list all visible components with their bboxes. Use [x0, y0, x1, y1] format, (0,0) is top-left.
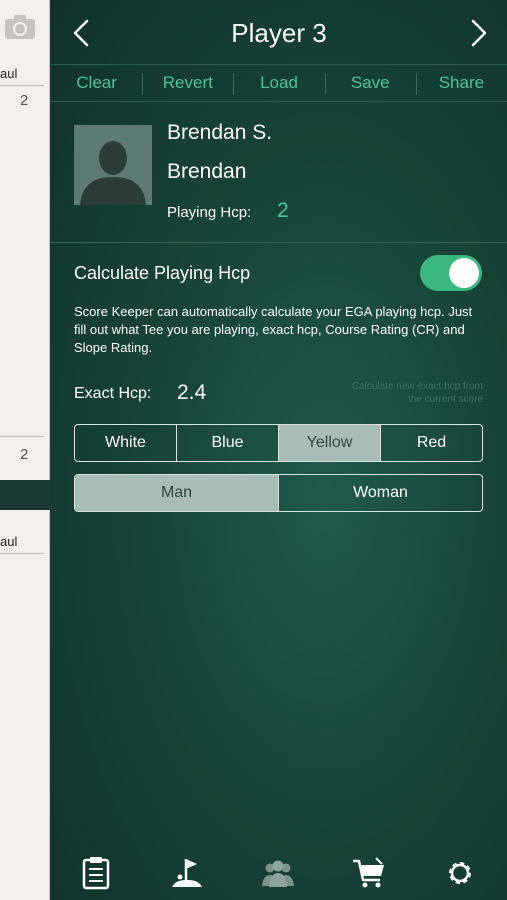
player-panel: Player 3 Clear Revert Load Save Share Br… [51, 0, 507, 900]
clear-button[interactable]: Clear [51, 65, 142, 101]
calculate-hcp-toggle[interactable] [420, 255, 482, 291]
player-name[interactable]: Brendan S. [167, 121, 272, 145]
player-nickname[interactable]: Brendan [167, 160, 246, 184]
toolbar: Clear Revert Load Save Share [51, 64, 507, 102]
gender-selector: Man Woman [74, 474, 483, 512]
divider [51, 242, 507, 243]
tee-selector: White Blue Yellow Red [74, 424, 483, 462]
avatar[interactable] [74, 125, 152, 205]
calculate-description: Score Keeper can automatically calculate… [74, 304, 473, 355]
card-value: 2 [20, 446, 29, 463]
card-label: aul [0, 534, 18, 549]
exact-hcp-label: Exact Hcp: [74, 385, 152, 402]
header: Player 3 [51, 0, 507, 64]
camera-icon [5, 15, 35, 39]
save-button[interactable]: Save [324, 65, 416, 101]
tab-bar [51, 850, 507, 896]
calculate-hcp-label: Calculate Playing Hcp [74, 263, 251, 283]
share-button[interactable]: Share [415, 65, 507, 101]
players-icon[interactable] [260, 856, 296, 890]
golf-green-icon[interactable] [169, 856, 205, 890]
card-rule [0, 436, 44, 437]
page-title: Player 3 [231, 18, 327, 48]
tee-option-red[interactable]: Red [380, 425, 482, 461]
person-silhouette-icon [74, 125, 152, 205]
background-scorecard-bottom[interactable]: aul [0, 510, 50, 900]
toggle-knob [449, 258, 479, 288]
tee-option-white[interactable]: White [75, 425, 176, 461]
card-rule [0, 85, 44, 86]
card-value: 2 [20, 92, 29, 109]
exact-hcp-value[interactable]: 2.4 [177, 381, 206, 405]
gender-option-woman[interactable]: Woman [278, 475, 482, 511]
tee-option-blue[interactable]: Blue [176, 425, 278, 461]
playing-hcp-label: Playing Hcp: [167, 204, 252, 221]
settings-gear-icon[interactable] [442, 856, 478, 890]
gender-option-man[interactable]: Man [75, 475, 278, 511]
revert-button[interactable]: Revert [142, 65, 233, 101]
tee-option-yellow[interactable]: Yellow [278, 425, 380, 461]
playing-hcp-value[interactable]: 2 [277, 199, 289, 223]
load-button[interactable]: Load [233, 65, 324, 101]
background-scorecard-top[interactable]: aul 2 2 [0, 0, 50, 480]
shop-cart-icon[interactable] [351, 856, 387, 890]
chevron-right-icon[interactable] [463, 16, 493, 50]
calculate-exact-hcp-hint[interactable]: Calculate new exact hcp from the current… [343, 380, 483, 406]
card-label: aul [0, 66, 18, 81]
card-rule [0, 553, 44, 554]
scorecard-icon[interactable] [78, 856, 114, 890]
